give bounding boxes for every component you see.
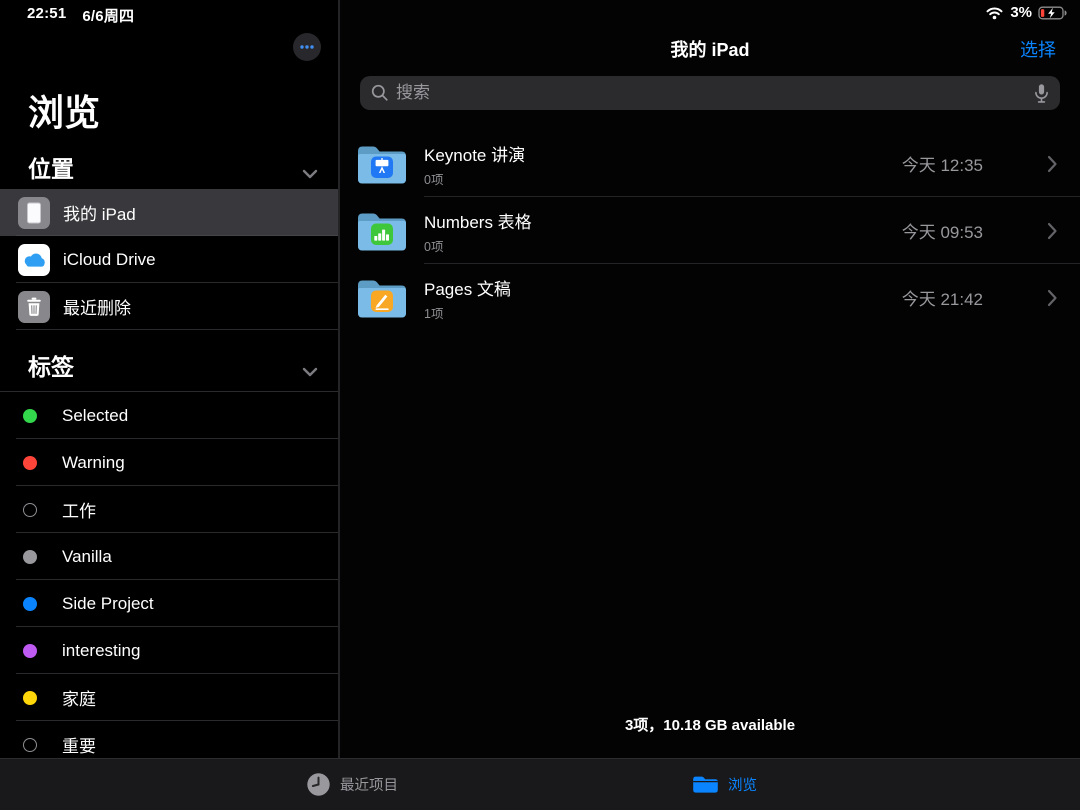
sidebar-tag-warning[interactable]: Warning bbox=[0, 439, 338, 486]
chevron-down-icon bbox=[302, 356, 318, 383]
sidebar-tag-selected[interactable]: Selected bbox=[0, 392, 338, 439]
file-name: Keynote 讲演 bbox=[424, 141, 902, 166]
main-content: 我的 iPad 选择 Keynote 讲演 0项 今天 12:35 bbox=[338, 0, 1080, 758]
tag-color-dot bbox=[23, 456, 37, 470]
file-row-keynote-folder[interactable]: Keynote 讲演 0项 今天 12:35 bbox=[340, 130, 1080, 197]
file-date: 今天 21:42 bbox=[902, 285, 983, 310]
file-item-count: 0项 bbox=[424, 169, 902, 188]
file-row-pages-folder[interactable]: Pages 文稿 1项 今天 21:42 bbox=[340, 264, 1080, 331]
search-icon bbox=[371, 84, 389, 102]
trash-icon bbox=[18, 291, 50, 323]
search-input[interactable] bbox=[396, 83, 1027, 103]
locations-section-header[interactable]: 位置 bbox=[28, 150, 338, 184]
search-bar[interactable] bbox=[360, 76, 1060, 110]
clock-icon bbox=[306, 772, 331, 797]
sidebar-item-label: 最近删除 bbox=[63, 294, 131, 319]
status-bar-right: 3% bbox=[985, 4, 1068, 21]
file-info: Keynote 讲演 0项 bbox=[424, 139, 902, 188]
keynote-folder-icon bbox=[356, 142, 408, 186]
tab-label: 浏览 bbox=[728, 774, 757, 795]
more-options-button[interactable] bbox=[293, 33, 321, 61]
chevron-right-icon bbox=[1047, 222, 1058, 240]
tag-label: 重要 bbox=[62, 732, 96, 757]
tag-color-dot bbox=[23, 597, 37, 611]
battery-charging-icon bbox=[1038, 6, 1068, 20]
tag-label: Selected bbox=[62, 406, 128, 426]
numbers-folder-icon bbox=[356, 209, 408, 253]
sidebar-item-recently-deleted[interactable]: 最近删除 bbox=[0, 283, 338, 330]
status-time: 22:51 bbox=[27, 5, 66, 26]
file-date: 今天 12:35 bbox=[902, 151, 983, 176]
locations-header-label: 位置 bbox=[28, 156, 74, 182]
tag-color-dot bbox=[23, 550, 37, 564]
page-title: 我的 iPad bbox=[340, 36, 1080, 62]
sidebar-item-my-ipad[interactable]: 我的 iPad bbox=[0, 189, 338, 236]
ellipsis-icon bbox=[299, 44, 315, 50]
sidebar-tag-work[interactable]: 工作 bbox=[0, 486, 338, 533]
tag-color-dot bbox=[23, 503, 37, 517]
tab-browse[interactable]: 浏览 bbox=[692, 759, 757, 810]
file-info: Numbers 表格 0项 bbox=[424, 206, 902, 255]
battery-percent: 3% bbox=[1010, 4, 1032, 21]
tag-label: interesting bbox=[62, 641, 140, 661]
pages-folder-icon bbox=[356, 276, 408, 320]
tag-color-dot bbox=[23, 738, 37, 752]
tag-color-dot bbox=[23, 409, 37, 423]
folder-icon bbox=[692, 774, 719, 795]
tag-color-dot bbox=[23, 644, 37, 658]
chevron-right-icon bbox=[1047, 289, 1058, 307]
file-date: 今天 09:53 bbox=[902, 218, 983, 243]
sidebar-item-label: 我的 iPad bbox=[63, 200, 136, 225]
sidebar-item-icloud-drive[interactable]: iCloud Drive bbox=[0, 236, 338, 283]
tag-label: 家庭 bbox=[62, 685, 96, 710]
sidebar: 浏览 位置 我的 iPad iCloud Drive bbox=[0, 0, 338, 758]
file-item-count: 1项 bbox=[424, 303, 902, 322]
mic-icon[interactable] bbox=[1034, 83, 1049, 104]
file-row-numbers-folder[interactable]: Numbers 表格 0项 今天 09:53 bbox=[340, 197, 1080, 264]
tag-label: Warning bbox=[62, 453, 125, 473]
tags-list: Selected Warning 工作 Vanilla Side Project… bbox=[0, 391, 338, 758]
tag-label: Vanilla bbox=[62, 547, 112, 567]
sidebar-tag-interesting[interactable]: interesting bbox=[0, 627, 338, 674]
files-app-screen: 22:51 6/6周四 3% 浏览 位置 bbox=[0, 0, 1080, 810]
ipad-icon bbox=[18, 197, 50, 229]
tab-label: 最近项目 bbox=[340, 774, 398, 795]
tags-section-header[interactable]: 标签 bbox=[28, 348, 338, 382]
select-button[interactable]: 选择 bbox=[1020, 36, 1056, 62]
wifi-icon bbox=[985, 6, 1004, 20]
status-date: 6/6周四 bbox=[82, 5, 134, 26]
icloud-drive-icon bbox=[18, 244, 50, 276]
file-name: Pages 文稿 bbox=[424, 275, 902, 300]
sidebar-tag-home[interactable]: 家庭 bbox=[0, 674, 338, 721]
file-info: Pages 文稿 1项 bbox=[424, 273, 902, 322]
tab-bar: 最近项目 浏览 bbox=[0, 758, 1080, 810]
sidebar-title: 浏览 bbox=[28, 84, 100, 136]
chevron-right-icon bbox=[1047, 155, 1058, 173]
locations-list: 我的 iPad iCloud Drive 最近删除 bbox=[0, 189, 338, 330]
chevron-down-icon bbox=[302, 158, 318, 185]
sidebar-item-label: iCloud Drive bbox=[63, 250, 156, 270]
tags-header-label: 标签 bbox=[28, 354, 74, 380]
tag-label: 工作 bbox=[62, 497, 96, 522]
tag-label: Side Project bbox=[62, 594, 154, 614]
tag-color-dot bbox=[23, 691, 37, 705]
sidebar-tag-important[interactable]: 重要 bbox=[0, 721, 338, 758]
tab-recents[interactable]: 最近项目 bbox=[306, 759, 398, 810]
file-name: Numbers 表格 bbox=[424, 208, 902, 233]
file-item-count: 0项 bbox=[424, 236, 902, 255]
sidebar-tag-vanilla[interactable]: Vanilla bbox=[0, 533, 338, 580]
storage-status-text: 3项，10.18 GB available bbox=[340, 714, 1080, 735]
file-list: Keynote 讲演 0项 今天 12:35 Numbers 表格 0项 今天 … bbox=[340, 130, 1080, 331]
sidebar-tag-side-project[interactable]: Side Project bbox=[0, 580, 338, 627]
status-bar-left: 22:51 6/6周四 bbox=[27, 5, 134, 26]
